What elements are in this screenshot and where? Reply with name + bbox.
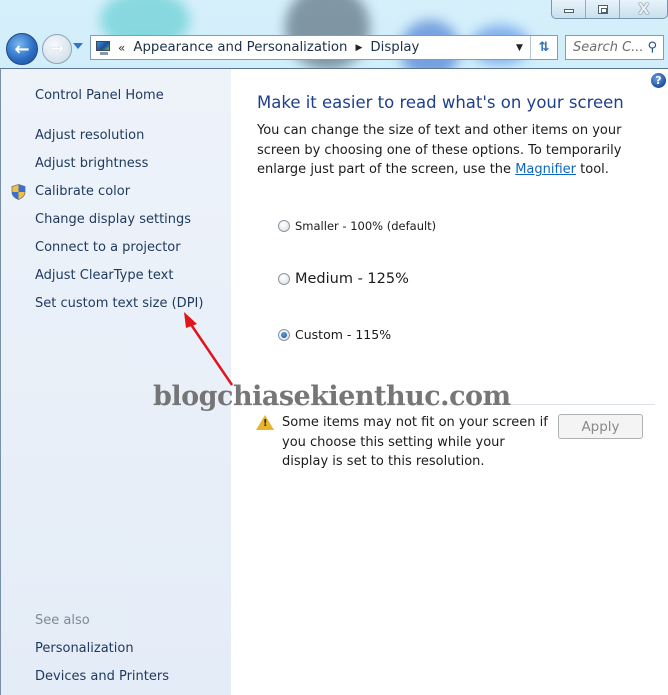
address-bar[interactable]: « Appearance and Personalization ▶ Displ… — [90, 35, 558, 60]
sidebar-item-connect-projector[interactable]: Connect to a projector — [35, 240, 181, 255]
see-also-heading: See also — [35, 613, 90, 628]
refresh-button[interactable]: ⇅ — [531, 36, 557, 59]
option-medium[interactable]: Medium - 125% — [278, 271, 409, 287]
address-dropdown-button[interactable]: ▼ — [509, 36, 531, 59]
close-icon: X — [637, 0, 650, 18]
option-custom[interactable]: Custom - 115% — [278, 327, 391, 342]
sidebar-item-calibrate-color[interactable]: Calibrate color — [35, 184, 130, 199]
description-text-end: tool. — [576, 162, 609, 177]
recent-pages-dropdown[interactable] — [73, 43, 83, 49]
option-label: Smaller - 100% (default) — [295, 219, 437, 233]
minimize-icon — [563, 9, 574, 13]
warning-icon: ! — [256, 415, 274, 430]
sidebar-item-change-display-settings[interactable]: Change display settings — [35, 212, 191, 227]
back-button[interactable]: ← — [6, 33, 38, 65]
maximize-button[interactable] — [585, 0, 619, 18]
sidebar-item-adjust-resolution[interactable]: Adjust resolution — [35, 128, 144, 143]
breadcrumb-overflow[interactable]: « — [118, 41, 125, 55]
warning-message: Some items may not fit on your screen if… — [282, 415, 548, 469]
window-controls: X — [551, 0, 668, 19]
breadcrumb-appearance[interactable]: Appearance and Personalization — [133, 40, 347, 55]
maximize-icon — [597, 4, 608, 14]
option-label: Medium - 125% — [295, 271, 409, 287]
apply-button[interactable]: Apply — [558, 414, 643, 439]
option-label: Custom - 115% — [295, 327, 392, 342]
magnifier-link[interactable]: Magnifier — [515, 162, 576, 177]
option-smaller[interactable]: Smaller - 100% (default) — [278, 219, 436, 233]
uac-shield-icon — [11, 184, 26, 200]
see-also-devices-printers-link[interactable]: Devices and Printers — [35, 669, 169, 684]
sidebar-item-custom-text-size[interactable]: Set custom text size (DPI) — [35, 296, 203, 311]
search-icon[interactable]: ⚲ — [647, 40, 657, 55]
see-also-personalization-link[interactable]: Personalization — [35, 641, 134, 656]
search-input[interactable]: Search C... ⚲ — [565, 35, 664, 60]
page-description: You can change the size of text and othe… — [257, 121, 642, 180]
page-title: Make it easier to read what's on your sc… — [257, 93, 624, 112]
radio-button-selected[interactable] — [278, 328, 290, 341]
breadcrumb-separator-icon[interactable]: ▶ — [355, 43, 362, 53]
control-panel-icon — [96, 40, 112, 55]
sidebar-item-adjust-brightness[interactable]: Adjust brightness — [35, 156, 148, 171]
forward-button[interactable]: → — [42, 34, 72, 64]
close-button[interactable]: X — [619, 0, 667, 18]
radio-button[interactable] — [278, 273, 290, 285]
search-placeholder: Search C... — [573, 40, 644, 55]
breadcrumb-display[interactable]: Display — [370, 40, 419, 55]
control-panel-home-link[interactable]: Control Panel Home — [35, 88, 164, 103]
arrow-right-icon: → — [49, 39, 65, 59]
help-icon[interactable]: ? — [651, 73, 666, 88]
arrow-left-icon: ← — [14, 38, 30, 60]
radio-button[interactable] — [278, 220, 290, 232]
minimize-button[interactable] — [552, 0, 585, 18]
watermark-text: blogchiasekienthuc.com — [153, 381, 511, 412]
sidebar-item-adjust-cleartype[interactable]: Adjust ClearType text — [35, 268, 173, 283]
